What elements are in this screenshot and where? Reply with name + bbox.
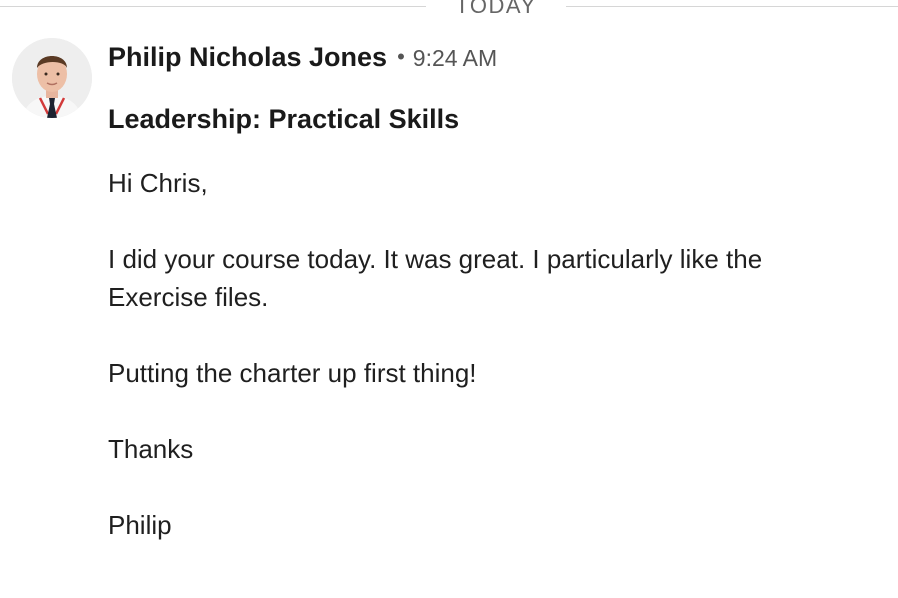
sender-avatar[interactable] [12, 38, 92, 118]
date-divider: TODAY [0, 0, 898, 20]
message-subject: Leadership: Practical Skills [108, 104, 460, 134]
message-timestamp: 9:24 AM [412, 45, 498, 71]
divider-line-right [566, 6, 898, 7]
body-paragraph: Hi Chris, [108, 168, 208, 198]
divider-line-left [0, 6, 426, 7]
avatar-photo-icon [12, 38, 92, 118]
separator-dot: • [397, 44, 405, 69]
body-paragraph: Putting the charter up first thing! [108, 358, 477, 388]
date-divider-label: TODAY [455, 0, 537, 18]
message-body: Hi Chris, I did your course today. It wa… [108, 164, 868, 582]
message-header: Philip Nicholas Jones • 9:24 AM [108, 42, 497, 76]
message-page: TODAY Philip Nicholas Jones • 9:24 AM Le… [0, 0, 898, 598]
body-paragraph: Philip [108, 510, 172, 540]
body-paragraph: Thanks [108, 434, 194, 464]
sender-name[interactable]: Philip Nicholas Jones [108, 42, 387, 73]
body-paragraph: I did your course today. It was great. I… [108, 244, 763, 312]
